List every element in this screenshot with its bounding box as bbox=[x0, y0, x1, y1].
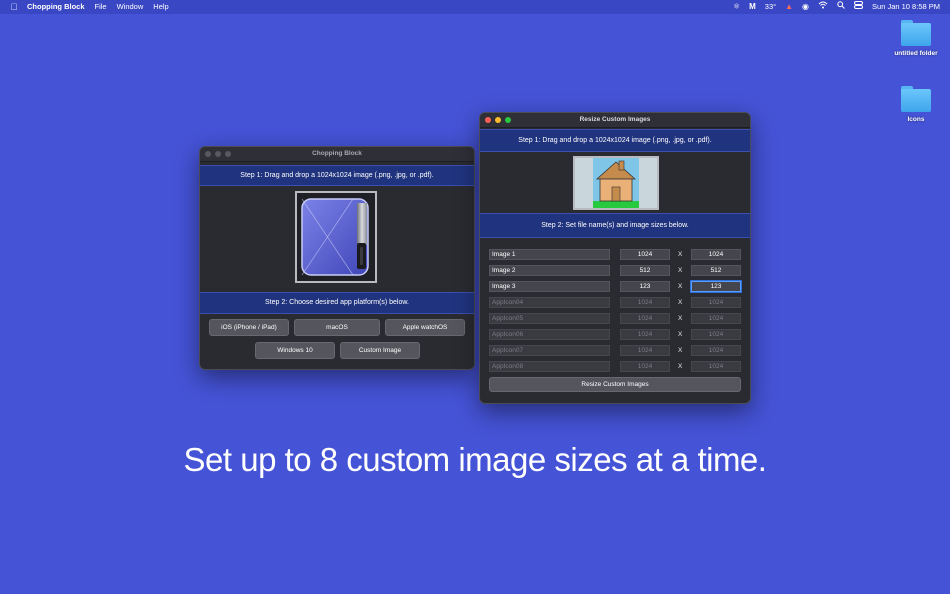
times-separator: X bbox=[678, 331, 683, 338]
chopping-block-window: Chopping Block Step 1: Drag and drop a 1… bbox=[199, 146, 475, 370]
custom-image-button[interactable]: Custom Image bbox=[340, 342, 420, 359]
width-field[interactable]: 1024 bbox=[620, 249, 670, 260]
tagline: Set up to 8 custom image sizes at a time… bbox=[183, 441, 767, 478]
windows-button[interactable]: Windows 10 bbox=[255, 342, 335, 359]
resize-images-button[interactable]: Resize Custom Images bbox=[489, 377, 741, 392]
menu-bar:  Chopping Block File Window Help ⚛ M 33… bbox=[0, 0, 950, 14]
menu-file[interactable]: File bbox=[95, 0, 107, 14]
desktop-icon-label: untitled folder bbox=[894, 50, 938, 57]
width-field[interactable]: 1024 bbox=[620, 345, 670, 356]
watchos-button[interactable]: Apple watchOS bbox=[385, 319, 465, 336]
height-field[interactable]: 512 bbox=[691, 265, 741, 276]
width-field[interactable]: 1024 bbox=[620, 313, 670, 324]
image-drop-well[interactable] bbox=[573, 156, 659, 210]
menu-help[interactable]: Help bbox=[153, 0, 168, 14]
weather-temp[interactable]: 33° bbox=[765, 0, 776, 14]
height-field[interactable]: 1024 bbox=[691, 297, 741, 308]
weather-alert-icon[interactable]: ▲ bbox=[785, 0, 793, 14]
titlebar[interactable]: Chopping Block bbox=[200, 147, 474, 162]
titlebar[interactable]: Resize Custom Images bbox=[480, 113, 750, 128]
folder-icon bbox=[901, 20, 931, 46]
search-icon[interactable] bbox=[837, 0, 845, 14]
size-row: AppIcon08 1024 X 1024 bbox=[480, 361, 750, 373]
file-name-field[interactable]: AppIcon06 bbox=[489, 329, 610, 340]
times-separator: X bbox=[678, 315, 683, 322]
width-field[interactable]: 1024 bbox=[620, 361, 670, 372]
height-field[interactable]: 1024 bbox=[691, 249, 741, 260]
height-field[interactable]: 123 bbox=[691, 281, 741, 292]
house-preview-image bbox=[575, 158, 657, 208]
size-row: Image 3 123 X 123 bbox=[480, 281, 750, 293]
folder-icon bbox=[901, 86, 931, 112]
times-separator: X bbox=[678, 251, 683, 258]
height-field[interactable]: 1024 bbox=[691, 345, 741, 356]
macos-button[interactable]: macOS bbox=[294, 319, 380, 336]
desktop-folder-untitled[interactable]: untitled folder bbox=[886, 20, 946, 57]
app-menu[interactable]: Chopping Block bbox=[27, 0, 85, 14]
file-name-field[interactable]: AppIcon08 bbox=[489, 361, 610, 372]
file-name-field[interactable]: Image 2 bbox=[489, 265, 610, 276]
size-row: AppIcon04 1024 X 1024 bbox=[480, 297, 750, 309]
times-separator: X bbox=[678, 283, 683, 290]
status-extra-icon[interactable]: ⚛ bbox=[733, 0, 740, 14]
clock[interactable]: Sun Jan 10 8:58 PM bbox=[872, 0, 940, 14]
menu-window[interactable]: Window bbox=[117, 0, 144, 14]
desktop-folder-icons[interactable]: Icons bbox=[886, 86, 946, 123]
ios-button[interactable]: iOS (iPhone / iPad) bbox=[209, 319, 289, 336]
height-field[interactable]: 1024 bbox=[691, 329, 741, 340]
size-row: Image 1 1024 X 1024 bbox=[480, 249, 750, 261]
window-title: Resize Custom Images bbox=[579, 116, 651, 123]
malwarebytes-icon[interactable]: M bbox=[749, 0, 756, 14]
apple-menu-icon[interactable]:  bbox=[10, 0, 18, 14]
screen-record-icon[interactable]: ◉ bbox=[802, 0, 809, 14]
file-name-field[interactable]: Image 1 bbox=[489, 249, 610, 260]
step1-banner: Step 1: Drag and drop a 1024x1024 image … bbox=[200, 165, 474, 186]
width-field[interactable]: 1024 bbox=[620, 329, 670, 340]
size-row: AppIcon07 1024 X 1024 bbox=[480, 345, 750, 357]
times-separator: X bbox=[678, 267, 683, 274]
image-drop-well[interactable] bbox=[295, 191, 377, 283]
resize-custom-images-window: Resize Custom Images Step 1: Drag and dr… bbox=[479, 112, 751, 404]
step2-banner: Step 2: Set file name(s) and image sizes… bbox=[480, 213, 750, 238]
window-title: Chopping Block bbox=[312, 150, 362, 157]
app-icon-preview-image bbox=[301, 198, 369, 276]
file-name-field[interactable]: AppIcon04 bbox=[489, 297, 610, 308]
width-field[interactable]: 123 bbox=[620, 281, 670, 292]
size-row: AppIcon05 1024 X 1024 bbox=[480, 313, 750, 325]
desktop-icon-label: Icons bbox=[907, 116, 925, 123]
size-row: AppIcon06 1024 X 1024 bbox=[480, 329, 750, 341]
height-field[interactable]: 1024 bbox=[691, 313, 741, 324]
wifi-icon[interactable] bbox=[818, 0, 828, 14]
size-row: Image 2 512 X 512 bbox=[480, 265, 750, 277]
control-center-icon[interactable] bbox=[854, 0, 864, 14]
width-field[interactable]: 512 bbox=[620, 265, 670, 276]
file-name-field[interactable]: AppIcon07 bbox=[489, 345, 610, 356]
step1-banner: Step 1: Drag and drop a 1024x1024 image … bbox=[480, 129, 750, 152]
times-separator: X bbox=[678, 347, 683, 354]
height-field[interactable]: 1024 bbox=[691, 361, 741, 372]
file-name-field[interactable]: Image 3 bbox=[489, 281, 610, 292]
step2-banner: Step 2: Choose desired app platform(s) b… bbox=[200, 292, 474, 314]
file-name-field[interactable]: AppIcon05 bbox=[489, 313, 610, 324]
width-field[interactable]: 1024 bbox=[620, 297, 670, 308]
times-separator: X bbox=[678, 299, 683, 306]
times-separator: X bbox=[678, 363, 683, 370]
